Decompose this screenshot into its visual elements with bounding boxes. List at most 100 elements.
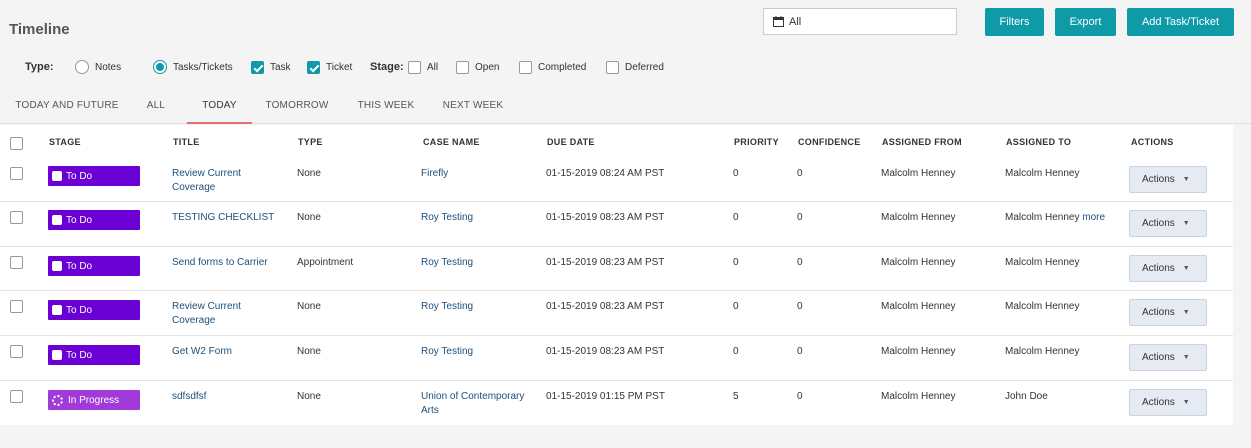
all-label: All <box>427 61 439 73</box>
case-name-link[interactable]: Roy Testing <box>421 300 473 314</box>
caret-down-icon: ▼ <box>1182 220 1190 227</box>
row-checkbox[interactable] <box>10 300 23 313</box>
task-title-link[interactable]: sdfsdfsf <box>172 390 206 404</box>
all-checkbox[interactable]: All <box>408 57 438 77</box>
open-checkbox[interactable]: Open <box>456 57 499 77</box>
row-checkbox[interactable] <box>10 211 23 224</box>
status-badge: In Progress <box>48 390 140 410</box>
assigned-from-cell: Malcolm Henney <box>881 212 956 223</box>
notes-radio[interactable]: Notes <box>75 57 121 77</box>
type-cell: None <box>297 391 321 402</box>
page-title: Timeline <box>9 21 70 38</box>
checkbox-icon <box>606 60 619 74</box>
priority-cell: 0 <box>733 301 739 312</box>
deferred-checkbox[interactable]: Deferred <box>606 57 664 77</box>
column-header-assigned-to: ASSIGNED TO <box>1006 137 1072 147</box>
tab-all[interactable]: ALL <box>138 88 174 124</box>
case-name-link[interactable]: Union of Contemporary Arts <box>421 390 536 418</box>
checkbox-checked-icon <box>307 60 320 74</box>
select-all-checkbox[interactable] <box>10 137 23 150</box>
actions-label: Actions <box>1142 397 1175 408</box>
tab-this-week[interactable]: THIS WEEK <box>352 88 420 124</box>
case-name-link[interactable]: Roy Testing <box>421 256 473 270</box>
assigned-to-cell: Malcolm Henney <box>1005 257 1080 268</box>
assigned-from-cell: Malcolm Henney <box>881 168 956 179</box>
column-header-confidence: CONFIDENCE <box>798 137 861 147</box>
actions-dropdown[interactable]: Actions ▼ <box>1129 166 1207 193</box>
actions-label: Actions <box>1142 307 1175 318</box>
confidence-cell: 0 <box>797 391 803 402</box>
tab-tomorrow[interactable]: TOMORROW <box>262 88 332 124</box>
tab-today-and-future[interactable]: TODAY AND FUTURE <box>12 88 122 124</box>
assigned-to-cell: Malcolm Henney <box>1005 301 1080 312</box>
priority-cell: 0 <box>733 257 739 268</box>
export-button[interactable]: Export <box>1055 8 1116 36</box>
actions-label: Actions <box>1142 218 1175 229</box>
task-title-link[interactable]: Send forms to Carrier <box>172 256 268 270</box>
tasks-tickets-radio[interactable]: Tasks/Tickets <box>153 57 233 77</box>
row-checkbox[interactable] <box>10 345 23 358</box>
todo-icon <box>52 215 62 225</box>
confidence-cell: 0 <box>797 346 803 357</box>
checkbox-checked-icon <box>251 60 264 74</box>
actions-dropdown[interactable]: Actions ▼ <box>1129 255 1207 282</box>
in-progress-icon <box>52 394 63 406</box>
actions-label: Actions <box>1142 263 1175 274</box>
priority-cell: 0 <box>733 168 739 179</box>
task-title-link[interactable]: TESTING CHECKLIST <box>172 211 274 225</box>
filters-button[interactable]: Filters <box>985 8 1044 36</box>
due-date-cell: 01-15-2019 08:23 AM PST <box>546 301 665 312</box>
column-header-actions: ACTIONS <box>1131 137 1174 147</box>
table-row: To Do Review Current Coverage None Roy T… <box>0 291 1233 336</box>
timeline-page: Timeline All Filters Export Add Task/Tic… <box>0 0 1251 448</box>
caret-down-icon: ▼ <box>1182 265 1190 272</box>
assigned-to-cell: John Doe <box>1005 391 1048 402</box>
completed-label: Completed <box>538 61 587 73</box>
tab-next-week[interactable]: NEXT WEEK <box>438 88 508 124</box>
actions-dropdown[interactable]: Actions ▼ <box>1129 389 1207 416</box>
row-checkbox[interactable] <box>10 256 23 269</box>
type-cell: None <box>297 168 321 179</box>
ticket-checkbox[interactable]: Ticket <box>307 57 352 77</box>
confidence-cell: 0 <box>797 168 803 179</box>
date-filter-input[interactable]: All <box>763 8 957 35</box>
row-checkbox[interactable] <box>10 167 23 180</box>
notes-label: Notes <box>95 61 122 73</box>
table-row: To Do Review Current Coverage None Firef… <box>0 157 1233 202</box>
checkbox-icon <box>519 60 532 74</box>
assigned-to-cell: Malcolm Henney <box>1005 346 1080 357</box>
task-title-link[interactable]: Review Current Coverage <box>172 167 272 195</box>
table-row: To Do Send forms to Carrier Appointment … <box>0 247 1233 291</box>
task-checkbox[interactable]: Task <box>251 57 291 77</box>
status-badge-label: To Do <box>66 349 93 361</box>
actions-dropdown[interactable]: Actions ▼ <box>1129 210 1207 237</box>
confidence-cell: 0 <box>797 301 803 312</box>
priority-cell: 5 <box>733 391 739 402</box>
actions-dropdown[interactable]: Actions ▼ <box>1129 299 1207 326</box>
actions-dropdown[interactable]: Actions ▼ <box>1129 344 1207 371</box>
due-date-cell: 01-15-2019 08:24 AM PST <box>546 168 665 179</box>
priority-cell: 0 <box>733 212 739 223</box>
status-badge-label: To Do <box>66 170 93 182</box>
task-title-link[interactable]: Review Current Coverage <box>172 300 272 328</box>
case-name-link[interactable]: Roy Testing <box>421 211 473 225</box>
add-task-ticket-button[interactable]: Add Task/Ticket <box>1127 8 1234 36</box>
todo-icon <box>52 350 62 360</box>
confidence-cell: 0 <box>797 212 803 223</box>
radio-icon <box>75 60 89 74</box>
task-title-link[interactable]: Get W2 Form <box>172 345 232 359</box>
table-row: To Do Get W2 Form None Roy Testing 01-15… <box>0 336 1233 381</box>
case-name-link[interactable]: Roy Testing <box>421 345 473 359</box>
task-label: Task <box>270 61 291 73</box>
case-name-link[interactable]: Firefly <box>421 167 448 181</box>
completed-checkbox[interactable]: Completed <box>519 57 586 77</box>
column-header-stage: STAGE <box>49 137 81 147</box>
tab-today[interactable]: TODAY <box>187 88 252 124</box>
actions-label: Actions <box>1142 352 1175 363</box>
row-checkbox[interactable] <box>10 390 23 403</box>
column-header-case-name: CASE NAME <box>423 137 480 147</box>
table-row: In Progress sdfsdfsf None Union of Conte… <box>0 381 1233 425</box>
type-cell: Appointment <box>297 257 354 268</box>
caret-down-icon: ▼ <box>1182 354 1190 361</box>
assigned-to-more-link[interactable]: more <box>1082 212 1105 223</box>
